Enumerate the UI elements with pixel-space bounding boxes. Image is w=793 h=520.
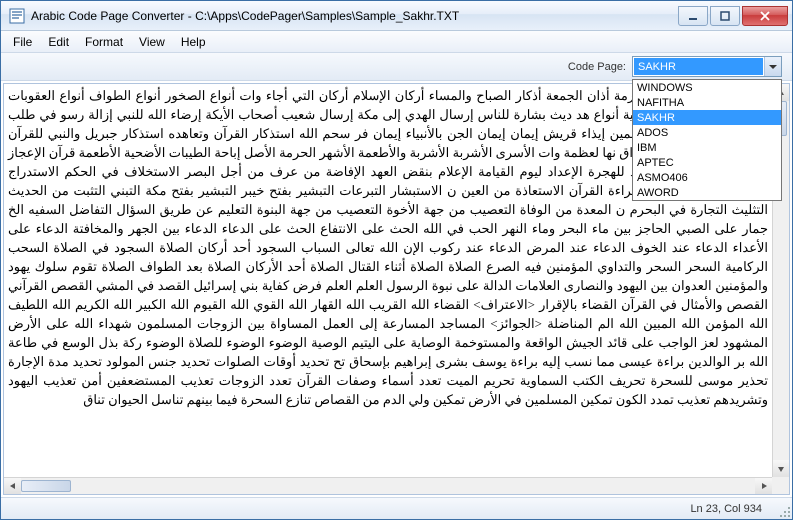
- dropdown-item-windows[interactable]: WINDOWS: [633, 80, 781, 95]
- minimize-button[interactable]: [678, 6, 708, 26]
- titlebar[interactable]: Arabic Code Page Converter - C:\Apps\Cod…: [1, 1, 792, 31]
- hscroll-track[interactable]: [21, 478, 755, 494]
- menu-file[interactable]: File: [5, 33, 40, 51]
- dropdown-item-ibm[interactable]: IBM: [633, 140, 781, 155]
- dropdown-item-asmo406[interactable]: ASMO406: [633, 170, 781, 185]
- dropdown-item-sakhr[interactable]: SAKHR: [633, 110, 781, 125]
- dropdown-item-ados[interactable]: ADOS: [633, 125, 781, 140]
- horizontal-scrollbar[interactable]: [4, 477, 772, 494]
- app-icon: [9, 8, 25, 24]
- window-title: Arabic Code Page Converter - C:\Apps\Cod…: [31, 9, 678, 23]
- menubar: File Edit Format View Help: [1, 31, 792, 53]
- codepage-selected: SAKHR: [634, 58, 763, 75]
- app-window: Arabic Code Page Converter - C:\Apps\Cod…: [0, 0, 793, 520]
- dropdown-item-aptec[interactable]: APTEC: [633, 155, 781, 170]
- menu-format[interactable]: Format: [77, 33, 131, 51]
- codepage-combo[interactable]: SAKHR: [632, 56, 782, 77]
- toolbar: Code Page: SAKHR WINDOWS NAFITHA SAKHR A…: [1, 53, 792, 81]
- menu-help[interactable]: Help: [173, 33, 214, 51]
- scroll-right-icon[interactable]: [755, 478, 772, 494]
- scroll-corner: [772, 477, 789, 494]
- scroll-down-icon[interactable]: [773, 460, 789, 477]
- codepage-dropdown: WINDOWS NAFITHA SAKHR ADOS IBM APTEC ASM…: [632, 79, 782, 201]
- menu-view[interactable]: View: [131, 33, 173, 51]
- scroll-left-icon[interactable]: [4, 478, 21, 494]
- hscroll-thumb[interactable]: [21, 480, 71, 492]
- dropdown-item-aword[interactable]: AWORD: [633, 185, 781, 200]
- cursor-position: Ln 23, Col 934: [690, 503, 762, 515]
- dropdown-item-nafitha[interactable]: NAFITHA: [633, 95, 781, 110]
- maximize-button[interactable]: [710, 6, 740, 26]
- close-button[interactable]: [742, 6, 788, 26]
- resize-grip-icon[interactable]: [776, 503, 790, 517]
- menu-edit[interactable]: Edit: [40, 33, 77, 51]
- codepage-label: Code Page:: [568, 61, 626, 73]
- combo-dropdown-button[interactable]: [764, 57, 781, 76]
- window-controls: [678, 6, 788, 26]
- statusbar: Ln 23, Col 934: [1, 497, 792, 519]
